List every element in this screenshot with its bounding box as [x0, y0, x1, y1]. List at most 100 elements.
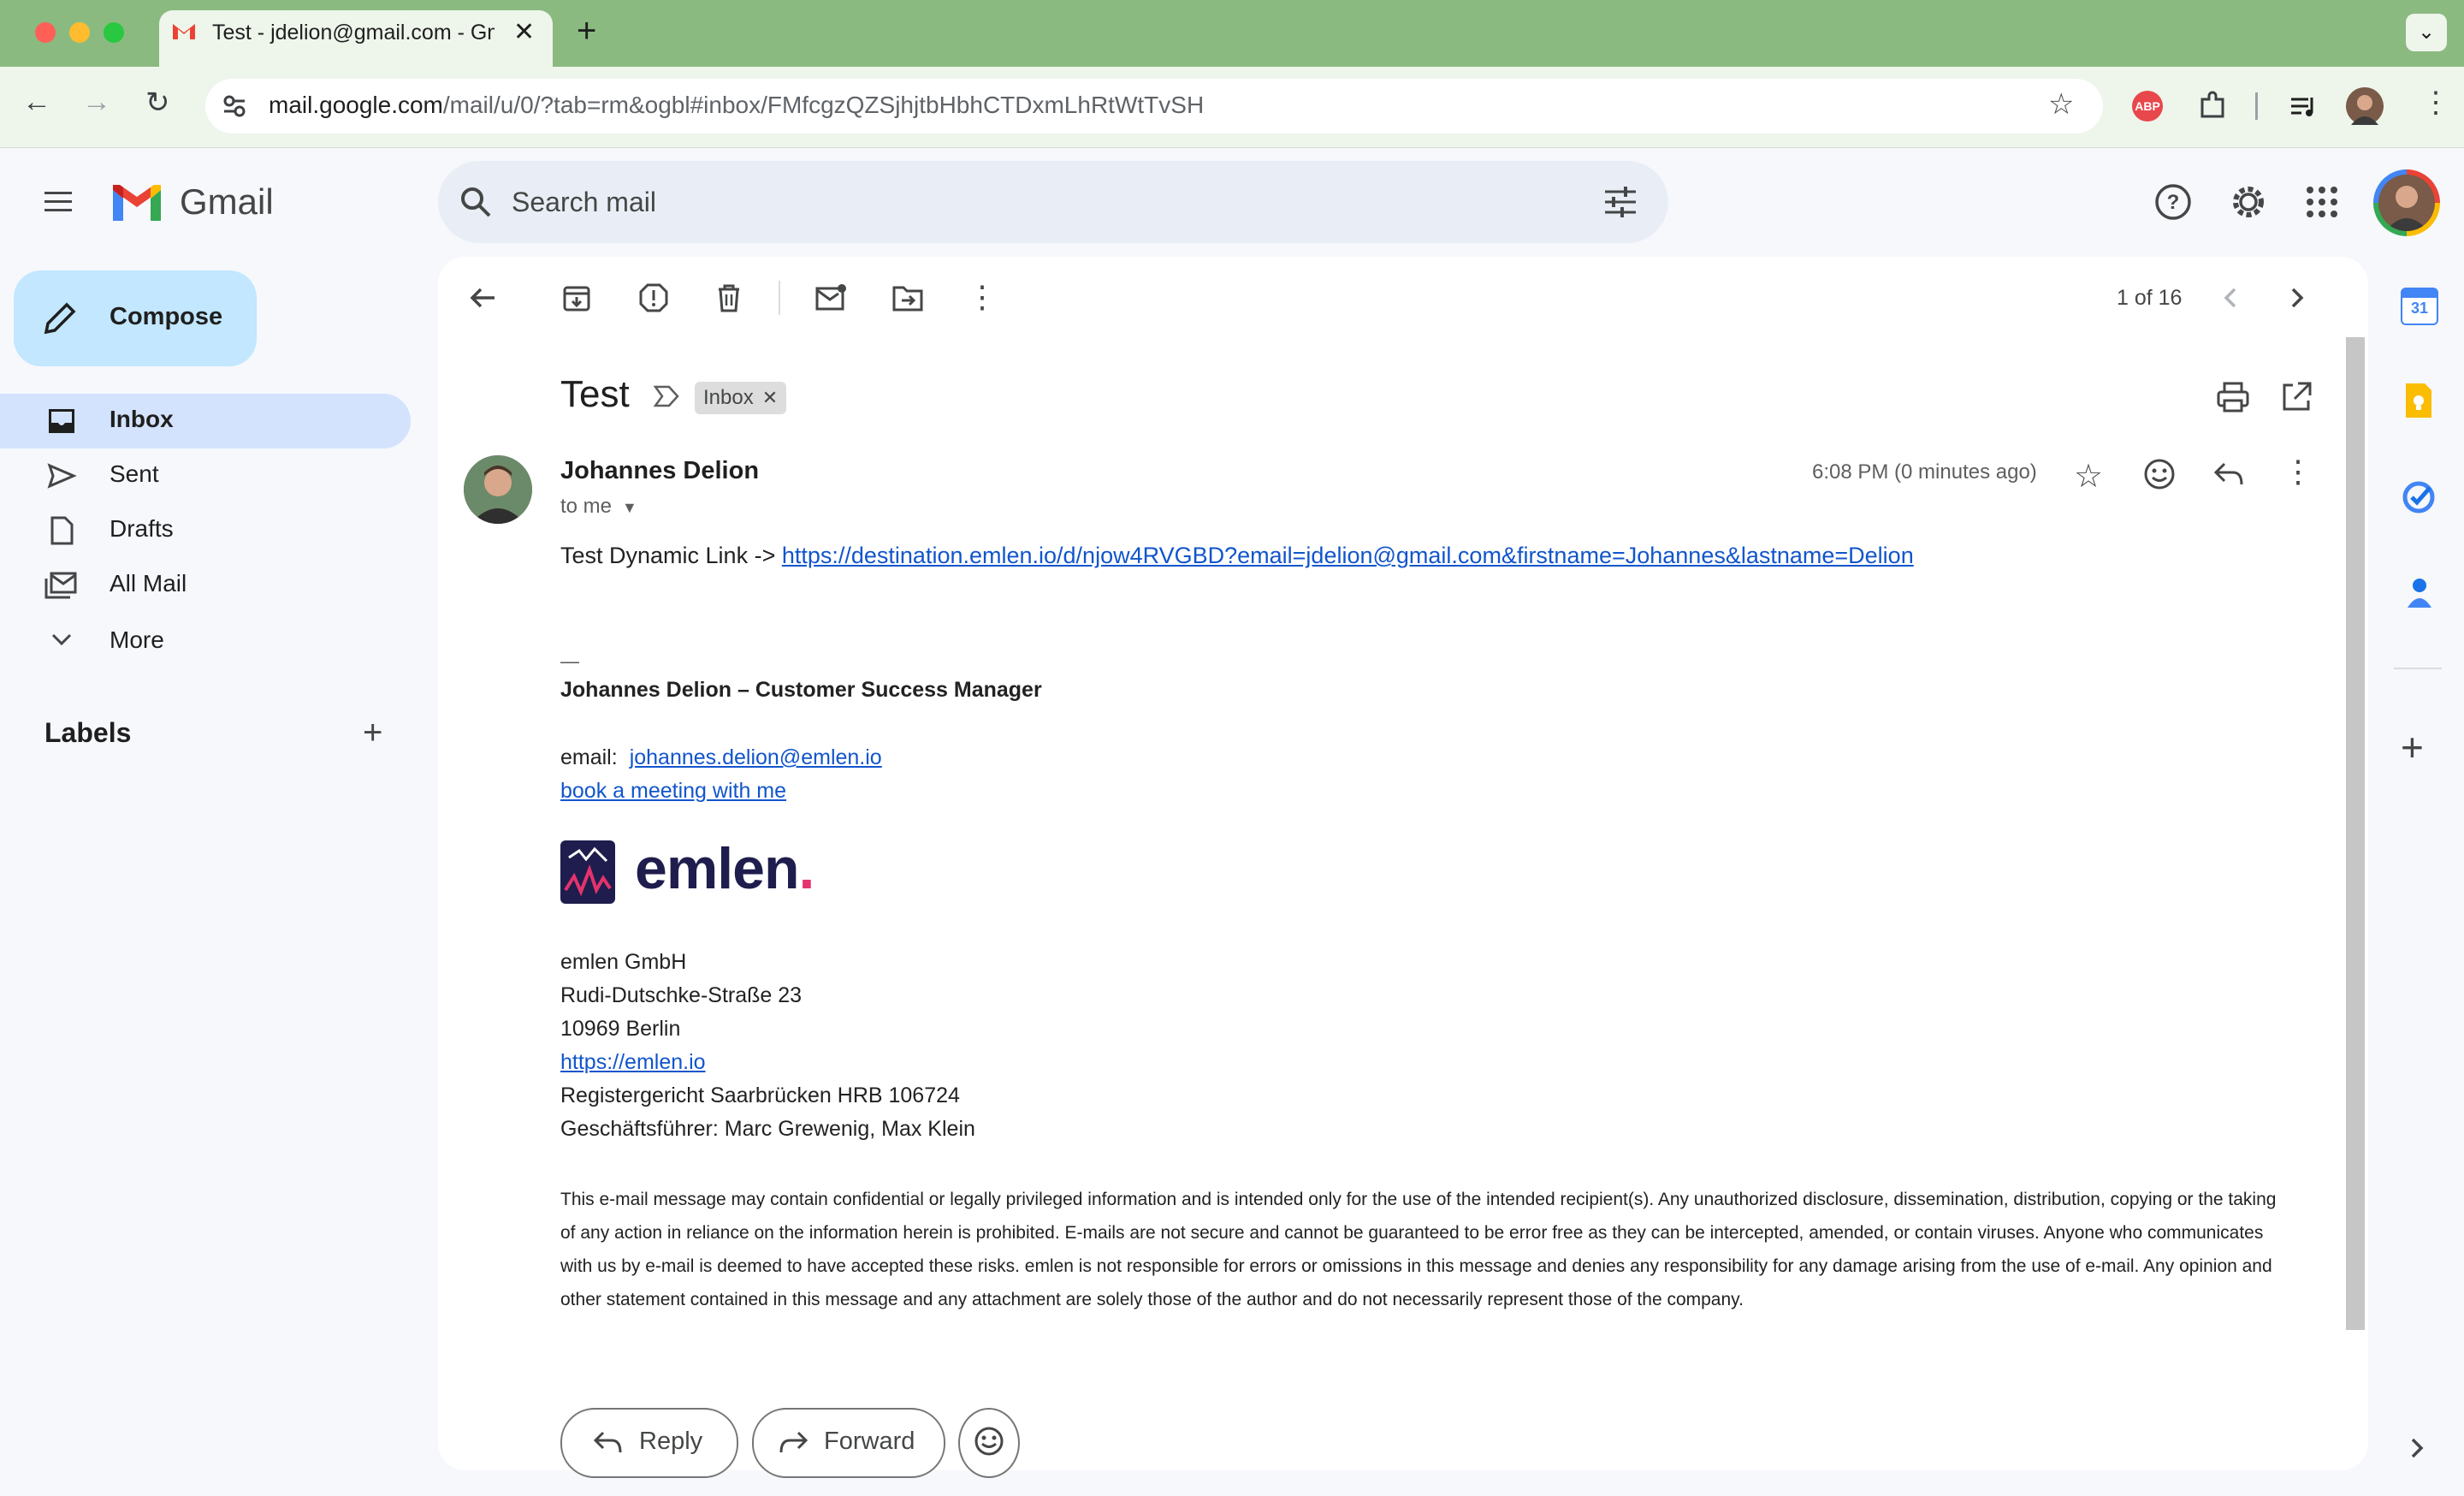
compose-label: Compose [110, 303, 223, 330]
dynamic-link[interactable]: https://destination.emlen.io/d/njow4RVGB… [782, 543, 1914, 568]
company-name: emlen GmbH [560, 950, 687, 974]
email-label: email: [560, 745, 618, 769]
profile-avatar[interactable] [2346, 87, 2384, 125]
reply-icon [593, 1431, 622, 1453]
nav-drafts-label: Drafts [110, 515, 174, 542]
main-menu-icon[interactable] [41, 185, 75, 219]
company-ceo: Geschäftsführer: Marc Grewenig, Max Klei… [560, 1117, 975, 1141]
close-tab-icon[interactable]: ✕ [513, 17, 535, 47]
back-to-inbox-icon[interactable] [467, 282, 498, 313]
emlen-logo-text: emlen [635, 836, 800, 901]
calendar-day: 31 [2410, 300, 2429, 317]
show-side-panel-chevron-icon[interactable] [2406, 1433, 2430, 1463]
nav-all-mail-label: All Mail [110, 570, 187, 597]
toolbar-separator [779, 281, 780, 315]
forward-arrow-icon[interactable]: → [82, 86, 111, 119]
svg-text:?: ? [2167, 191, 2180, 214]
add-reaction-emoji-icon[interactable] [2142, 457, 2177, 491]
calendar-header [2402, 289, 2437, 298]
sender-name[interactable]: Johannes Delion [560, 457, 759, 485]
bookmark-star-icon[interactable]: ☆ [2048, 87, 2074, 122]
newer-chevron-left-icon[interactable] [2216, 282, 2245, 313]
remove-label-close-icon[interactable]: ✕ [762, 387, 778, 408]
recipient-details[interactable]: to me ▼ [560, 495, 637, 519]
gmail-logo-icon[interactable] [110, 181, 164, 224]
search-icon[interactable] [457, 183, 495, 221]
calendar-app-icon[interactable]: 31 [2401, 288, 2438, 325]
star-icon[interactable]: ☆ [2074, 457, 2103, 496]
minimize-window-button[interactable] [69, 22, 90, 43]
forward-button[interactable]: Forward [752, 1408, 945, 1478]
sender-avatar[interactable] [464, 455, 532, 524]
search-options-icon[interactable] [1602, 183, 1639, 221]
reply-button[interactable]: Reply [560, 1408, 738, 1478]
importance-marker-icon[interactable] [652, 383, 681, 409]
side-panel-divider [2394, 668, 2442, 669]
settings-gear-icon[interactable] [2228, 181, 2269, 223]
extensions-puzzle-icon[interactable] [2195, 89, 2230, 123]
site-info-icon[interactable] [217, 89, 252, 123]
forward-label: Forward [824, 1428, 915, 1455]
adblock-extension-icon[interactable]: ABP [2132, 91, 2163, 122]
keep-app-icon[interactable] [2402, 382, 2435, 419]
more-actions-icon[interactable]: ⋮ [967, 279, 998, 315]
search-input[interactable]: Search mail [512, 187, 656, 218]
toolbar-divider [2255, 92, 2258, 120]
nav-sent-label: Sent [110, 460, 159, 487]
browser-menu-icon[interactable]: ⋮ [2421, 86, 2450, 120]
book-meeting-link[interactable]: book a meeting with me [560, 779, 786, 803]
nav-more-label: More [110, 626, 164, 653]
emlen-logo-wordmark: emlen. [635, 836, 814, 901]
google-apps-icon[interactable] [2305, 185, 2339, 219]
tab-title: Test - jdelion@gmail.com - Gmail [212, 21, 495, 45]
message-body-line: Test Dynamic Link -> https://destination… [560, 543, 1914, 569]
message-subject: Test [560, 373, 630, 415]
reply-label: Reply [639, 1428, 703, 1455]
company-website-link[interactable]: https://emlen.io [560, 1050, 706, 1074]
reply-arrow-icon[interactable] [2212, 459, 2247, 490]
inbox-icon [46, 406, 77, 436]
signature-separator: — [560, 650, 579, 672]
signature-email-link[interactable]: johannes.delion@emlen.io [630, 745, 882, 769]
details-caret-down-icon[interactable]: ▼ [622, 499, 637, 516]
message-time: 6:08 PM (0 minutes ago) [1812, 460, 2037, 484]
tab-search-icon[interactable]: ⌄ [2406, 14, 2447, 51]
print-icon[interactable] [2216, 380, 2250, 414]
report-spam-icon[interactable] [638, 282, 669, 313]
url-text[interactable]: mail.google.com/mail/u/0/?tab=rm&ogbl#in… [269, 92, 1204, 119]
mark-unread-icon[interactable] [814, 282, 847, 313]
message-scrollbar[interactable] [2346, 337, 2365, 1330]
website-line: https://emlen.io [560, 1050, 706, 1075]
new-tab-button[interactable]: + [577, 12, 596, 50]
inbox-label-chip[interactable]: Inbox ✕ [695, 382, 787, 414]
reload-icon[interactable]: ↻ [145, 86, 170, 120]
close-window-button[interactable] [35, 22, 56, 43]
gmail-wordmark[interactable]: Gmail [180, 181, 274, 223]
help-icon[interactable]: ? [2153, 181, 2194, 223]
media-queue-icon[interactable] [2286, 89, 2320, 123]
pagination-text: 1 of 16 [2117, 286, 2183, 310]
chevron-down-icon [48, 626, 75, 654]
pencil-icon [41, 300, 79, 337]
tasks-app-icon[interactable] [2401, 479, 2437, 515]
get-addons-plus-icon[interactable]: + [2401, 724, 2424, 770]
maximize-window-button[interactable] [104, 22, 124, 43]
nav-inbox-label: Inbox [110, 406, 174, 432]
emlen-logo-mark [560, 840, 615, 904]
company-register: Registergericht Saarbrücken HRB 106724 [560, 1083, 960, 1107]
message-more-icon[interactable]: ⋮ [2283, 454, 2313, 490]
back-arrow-icon[interactable]: ← [22, 86, 51, 119]
contacts-app-icon[interactable] [2402, 575, 2437, 611]
delete-trash-icon[interactable] [714, 282, 744, 313]
emoji-smile-icon [974, 1427, 1004, 1456]
open-in-new-window-icon[interactable] [2279, 380, 2313, 414]
account-avatar[interactable] [2373, 169, 2440, 236]
move-to-icon[interactable] [891, 282, 924, 313]
emoji-reaction-button[interactable] [958, 1408, 1020, 1478]
archive-icon[interactable] [561, 282, 592, 313]
signature-name: Johannes Delion – Customer Success Manag… [560, 678, 1042, 702]
company-city: 10969 Berlin [560, 1017, 681, 1041]
body-prefix: Test Dynamic Link -> [560, 543, 782, 568]
add-label-plus-icon[interactable]: + [363, 714, 382, 752]
older-chevron-right-icon[interactable] [2283, 282, 2312, 313]
